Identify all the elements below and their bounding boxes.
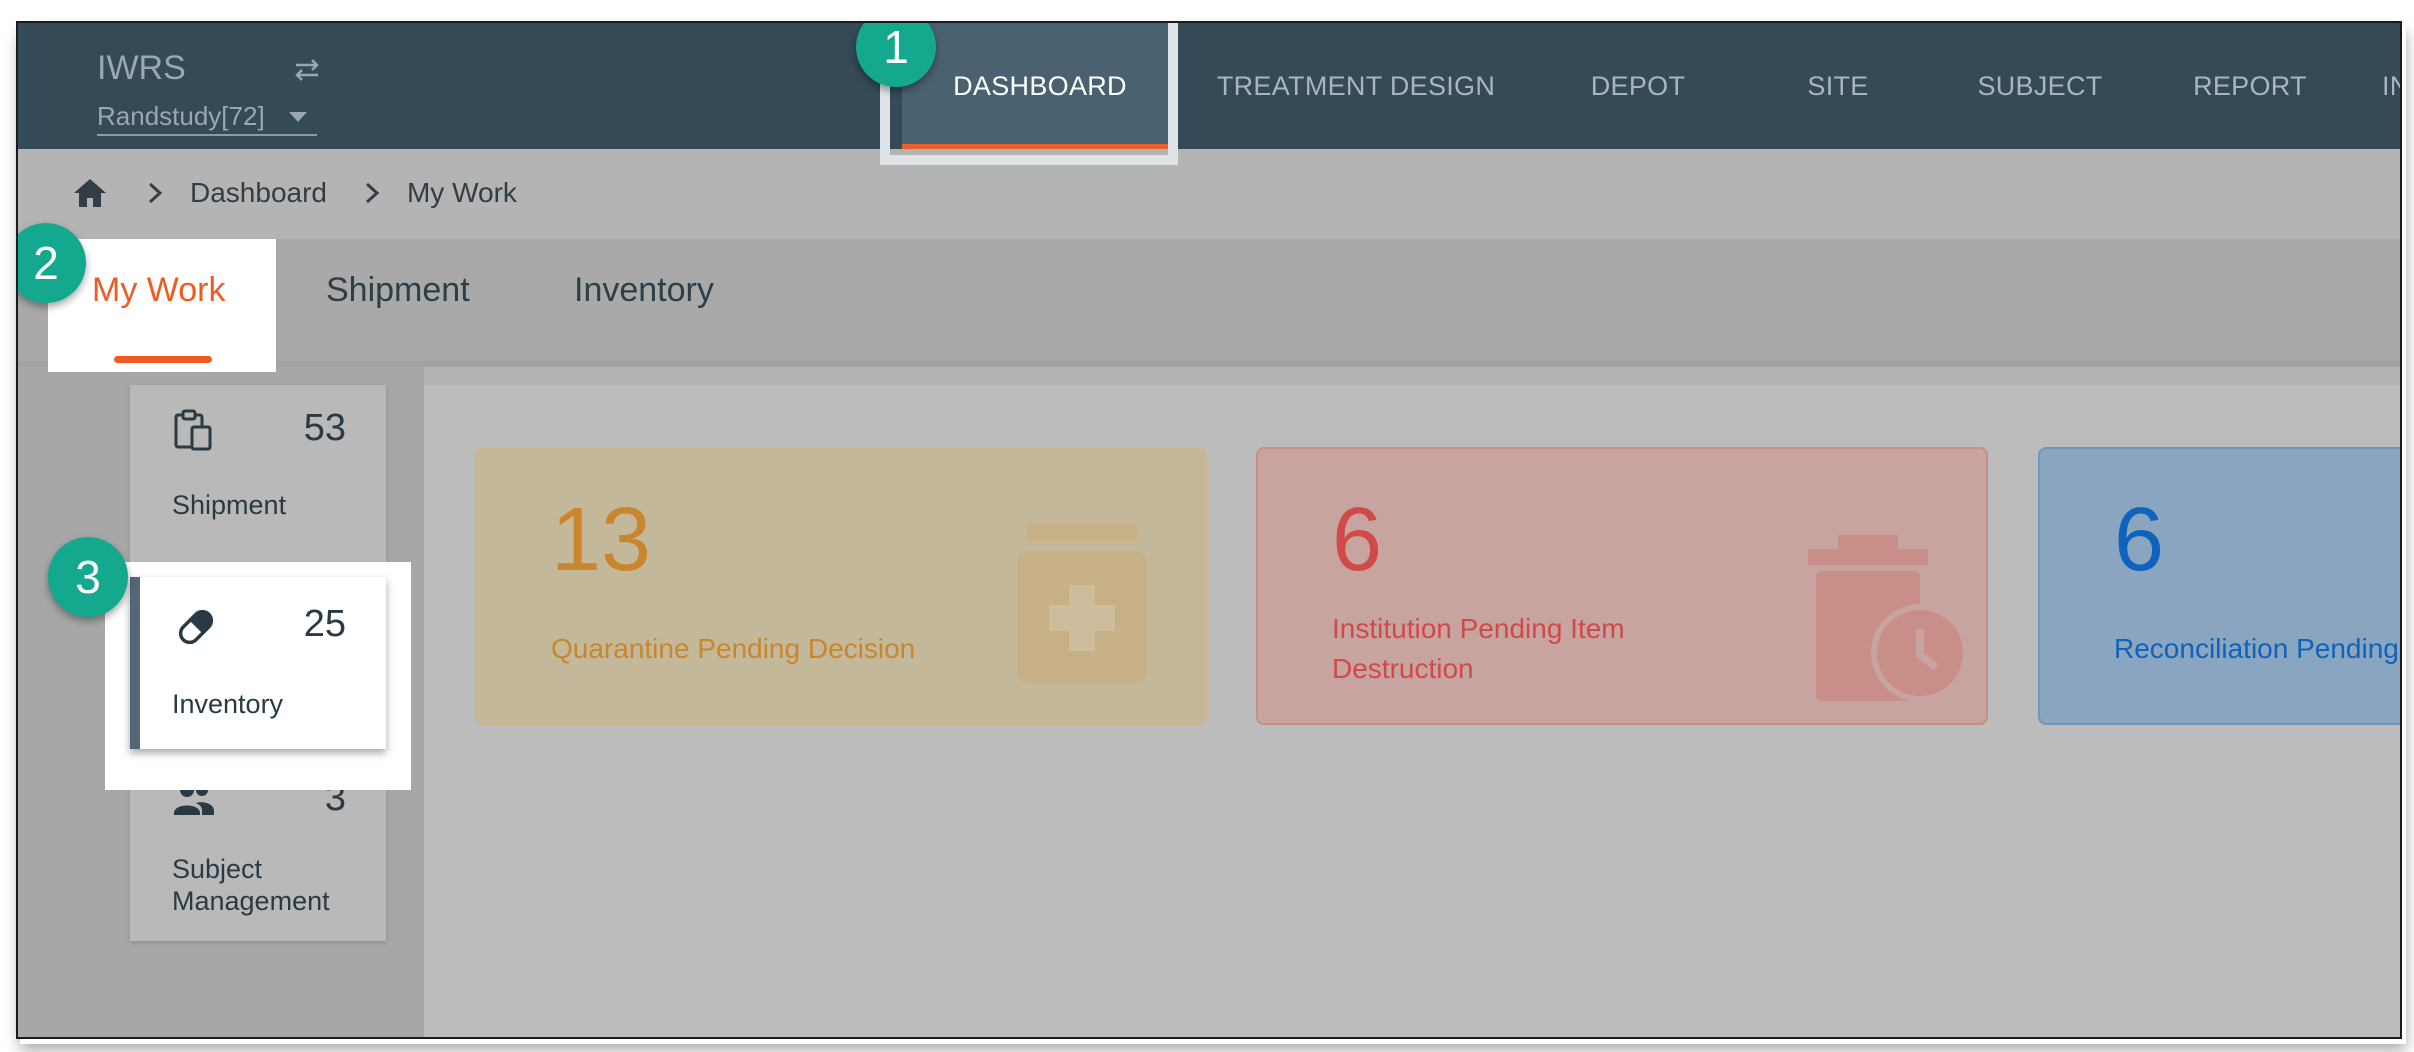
chevron-right-icon (148, 182, 163, 204)
tab-inventory[interactable]: Inventory (574, 271, 714, 310)
breadcrumb-current: My Work (406, 177, 517, 208)
card-quarantine-pending[interactable]: 13 Quarantine Pending Decision (475, 447, 1207, 725)
home-icon[interactable] (72, 176, 108, 210)
menu-item-shipment[interactable]: 53 Shipment (130, 385, 386, 555)
nav-tab-treatment-design[interactable]: TREATMENT DESIGN (1206, 23, 1506, 149)
card-count: 6 (1332, 490, 1383, 590)
card-count: 6 (2114, 490, 2165, 590)
card-label-line: Destruction (1332, 653, 1474, 684)
card-reconciliation-pending[interactable]: 6 Reconciliation Pending (2038, 447, 2400, 725)
menu-item-inventory[interactable]: 25 Inventory (130, 577, 386, 749)
app-window: IWRS Randstudy[72] DASHBOARD TREATMENT D… (16, 21, 2402, 1039)
top-navigation-bar: IWRS Randstudy[72] DASHBOARD TREATMENT D… (18, 23, 2400, 149)
swap-icon[interactable] (290, 53, 324, 87)
card-label: Institution Pending Item Destruction (1332, 609, 1625, 689)
app-title: IWRS (97, 49, 186, 87)
study-selector[interactable]: Randstudy[72] (97, 101, 317, 136)
menu-item-count: 53 (303, 407, 346, 449)
nav-tab-report[interactable]: REPORT (2168, 23, 2332, 149)
study-selector-value: Randstudy[72] (97, 101, 265, 131)
breadcrumb: Dashboard My Work (72, 173, 517, 213)
nav-tab-site[interactable]: SITE (1758, 23, 1918, 149)
pill-icon (178, 609, 214, 645)
menu-item-label: Inventory (172, 689, 284, 719)
breadcrumb-dashboard[interactable]: Dashboard (190, 177, 327, 209)
nav-tab-label: SUBJECT (1977, 70, 2103, 101)
card-label-line: Institution Pending Item (1332, 613, 1625, 644)
card-institution-pending-destruction[interactable]: 6 Institution Pending Item Destruction (1256, 447, 1988, 725)
trash-clock-icon (1808, 535, 1968, 702)
card-label: Quarantine Pending Decision (551, 633, 916, 664)
nav-tab-label: REPORT (2193, 70, 2307, 101)
chevron-right-icon (365, 182, 380, 204)
menu-item-label: Shipment (172, 490, 287, 520)
nav-tab-inventory-truncated[interactable]: IN (2382, 23, 2400, 149)
active-tab-underline (114, 356, 212, 363)
medicine-jar-icon (1017, 523, 1147, 683)
nav-tab-depot[interactable]: DEPOT (1558, 23, 1718, 149)
step-marker-3: 3 (48, 537, 128, 617)
nav-tab-label: DEPOT (1590, 70, 1686, 101)
card-count: 13 (551, 490, 652, 590)
nav-tab-label: SITE (1807, 70, 1869, 101)
nav-tab-label: IN (2382, 70, 2400, 101)
clipboard-icon (174, 409, 212, 451)
nav-tab-subject[interactable]: SUBJECT (1958, 23, 2122, 149)
tab-my-work[interactable]: My Work (92, 271, 225, 310)
menu-item-count: 25 (303, 603, 346, 645)
chevron-down-icon (288, 111, 307, 122)
tab-shipment[interactable]: Shipment (326, 271, 470, 310)
nav-tab-label: TREATMENT DESIGN (1216, 70, 1496, 101)
menu-item-label: Subject Management (172, 854, 330, 916)
card-label: Reconciliation Pending (2114, 633, 2399, 664)
